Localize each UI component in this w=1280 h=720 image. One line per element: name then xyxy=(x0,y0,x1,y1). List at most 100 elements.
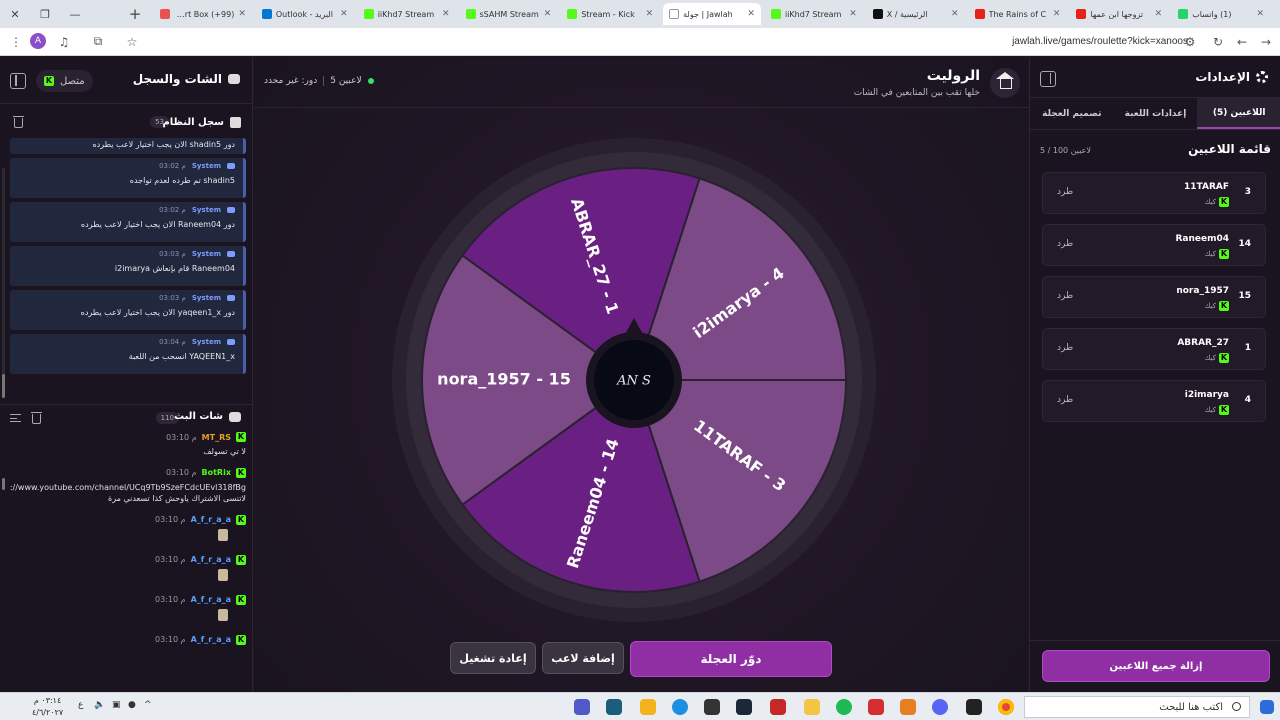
chat-message: 03:10 م A_f_r_a_a K xyxy=(10,554,246,585)
emoji-icon[interactable] xyxy=(640,699,656,715)
sketch-icon[interactable] xyxy=(900,699,916,715)
restart-button[interactable]: إعادة تشغيل xyxy=(450,642,536,674)
discord-icon[interactable] xyxy=(932,699,948,715)
system-log-scrollbar[interactable] xyxy=(2,168,5,398)
recorder-icon[interactable] xyxy=(868,699,884,715)
browser-tab-bar: ✕ ❐ — + (1) واتساب ✕ تزوجها ابن عمها ✕ The R… xyxy=(0,0,1280,28)
app-icon[interactable] xyxy=(606,699,622,715)
tab-close-icon[interactable]: ✕ xyxy=(544,9,552,19)
browser-tab[interactable]: The Rains of C ✕ xyxy=(969,3,1067,25)
kick-player-button[interactable]: طرد xyxy=(1057,395,1073,405)
browser-tab[interactable]: Stream - Kick ✕ xyxy=(561,3,659,25)
restore-window-icon[interactable]: ❐ xyxy=(30,0,60,28)
chat-panel-header: K متصل الشات والسجل xyxy=(0,58,252,104)
tab-close-icon[interactable]: ✕ xyxy=(238,9,246,19)
tab-close-icon[interactable]: ✕ xyxy=(1155,9,1163,19)
epic-games-icon[interactable] xyxy=(966,699,982,715)
reload-icon[interactable]: ↻ xyxy=(1206,30,1230,54)
tray-expand-icon[interactable]: ^ xyxy=(144,700,152,710)
back-icon[interactable]: ← xyxy=(1230,30,1254,54)
filter-lines-icon[interactable] xyxy=(10,414,21,422)
tab-game-settings[interactable]: إعدادات اللعبة xyxy=(1114,98,1198,129)
chat-username[interactable]: A_f_r_a_a xyxy=(191,515,231,524)
players-count-status: 5 لاعبين xyxy=(330,76,362,86)
video-editor-icon[interactable] xyxy=(770,699,786,715)
remove-all-players-button[interactable]: إزالة جميع اللاعبين xyxy=(1042,650,1270,682)
tab-close-icon[interactable]: ✕ xyxy=(849,9,857,19)
bookmark-star-icon[interactable]: ☆ xyxy=(120,30,144,54)
taskbar-clock[interactable]: ٠٣:١٤ م ٤/٦/٢٠٢٧ xyxy=(32,695,63,719)
chrome-icon[interactable] xyxy=(998,699,1014,715)
browser-tab-title: الرئيسية / X xyxy=(886,9,928,19)
extensions-icon[interactable]: ⧉ xyxy=(86,30,110,54)
collapse-panel-icon[interactable] xyxy=(10,73,26,89)
browser-tab[interactable]: Jawlah | جولة ✕ xyxy=(663,3,761,25)
tab-wheel-design[interactable]: تصميم العجلة xyxy=(1030,98,1114,129)
chat-username[interactable]: A_f_r_a_a xyxy=(191,555,231,564)
taskbar-search[interactable]: اكتب هنا للبحث xyxy=(1024,696,1250,718)
browser-tab[interactable]: تزوجها ابن عمها ✕ xyxy=(1070,3,1168,25)
url-text[interactable]: jawlah.live/games/roulette?kick=xanoos xyxy=(1012,36,1188,47)
roulette-wheel[interactable]: i2imarya - 4 11TARAF - 3 Raneem04 - 14 nora… xyxy=(384,130,884,630)
tab-close-icon[interactable]: ✕ xyxy=(442,9,450,19)
broadcast-chat-scroll-thumb[interactable] xyxy=(2,478,5,490)
roulette-wheel-svg[interactable]: i2imarya - 411TARAF - 3Raneem04 - 14nora… xyxy=(384,130,884,630)
tab-close-icon[interactable]: ✕ xyxy=(951,9,959,19)
chat-message: 03:10 م A_f_r_a_a K xyxy=(10,514,246,545)
site-settings-icon[interactable]: ⚙ xyxy=(1178,30,1202,54)
home-button[interactable] xyxy=(990,68,1020,98)
tab-players[interactable]: اللاعبين (5) xyxy=(1197,98,1280,129)
spotify-icon[interactable] xyxy=(836,699,852,715)
browser-tab[interactable]: (99+) Alert Box ✕ xyxy=(154,3,252,25)
kick-player-button[interactable]: طرد xyxy=(1057,239,1073,249)
clear-chat-icon[interactable] xyxy=(31,412,42,424)
browser-tab-title: Jawlah | جولة xyxy=(683,9,733,19)
tab-close-icon[interactable]: ✕ xyxy=(646,9,654,19)
file-explorer-icon[interactable] xyxy=(804,699,820,715)
new-tab-icon[interactable]: + xyxy=(120,0,150,28)
system-log-scroll-thumb[interactable] xyxy=(2,374,5,398)
edge-icon[interactable] xyxy=(672,699,688,715)
browser-tab[interactable]: iiKhd7 Stream ✕ xyxy=(765,3,863,25)
taskbar-search-placeholder: اكتب هنا للبحث xyxy=(1159,701,1223,713)
kick-player-button[interactable]: طرد xyxy=(1057,187,1073,197)
turn-status: دور: غير محدد xyxy=(264,76,318,86)
settings-app-icon[interactable] xyxy=(704,699,720,715)
media-control-icon[interactable]: ♫ xyxy=(52,30,76,54)
profile-avatar[interactable]: A xyxy=(30,33,46,49)
collapse-settings-icon[interactable] xyxy=(1040,71,1056,87)
chat-username[interactable]: MT_RS xyxy=(202,433,231,442)
player-name: ABRAR_27 xyxy=(1177,338,1229,348)
volume-icon[interactable]: 🔈 xyxy=(94,700,105,710)
browser-tab[interactable]: البريد - Outlook ✕ xyxy=(256,3,354,25)
teams-icon[interactable] xyxy=(574,699,590,715)
tab-close-icon[interactable]: ✕ xyxy=(1256,9,1264,19)
kick-player-button[interactable]: طرد xyxy=(1057,291,1073,301)
chat-username[interactable]: A_f_r_a_a xyxy=(191,595,231,604)
windows-start-icon[interactable] xyxy=(1260,700,1274,714)
language-indicator[interactable]: ع xyxy=(78,700,83,710)
chat-username[interactable]: A_f_r_a_a xyxy=(191,635,231,644)
tab-close-icon[interactable]: ✕ xyxy=(1053,9,1061,19)
chat-panel: K متصل الشات والسجل 53 سجل النظام دور sh… xyxy=(0,58,253,692)
microphone-icon[interactable]: ● xyxy=(128,700,136,710)
tab-close-icon[interactable]: ✕ xyxy=(747,9,755,19)
bot-icon xyxy=(227,163,235,169)
kick-player-button[interactable]: طرد xyxy=(1057,343,1073,353)
forward-icon[interactable]: → xyxy=(1254,30,1278,54)
clear-system-log-icon[interactable] xyxy=(13,116,24,128)
menu-dots-icon[interactable]: ⋮ xyxy=(4,30,28,54)
browser-tab[interactable]: (1) واتساب ✕ xyxy=(1172,3,1270,25)
steam-icon[interactable] xyxy=(736,699,752,715)
spin-wheel-button[interactable]: دوّر العجلة xyxy=(630,641,832,677)
chat-username[interactable]: BotRix xyxy=(202,468,231,477)
browser-tab[interactable]: iiKhd7 Stream ✕ xyxy=(358,3,456,25)
close-window-icon[interactable]: ✕ xyxy=(0,0,30,28)
add-player-button[interactable]: إضافة لاعب xyxy=(542,642,624,674)
browser-tab[interactable]: sSAHM Stream ✕ xyxy=(460,3,558,25)
browser-tab[interactable]: الرئيسية / X ✕ xyxy=(867,3,965,25)
minimize-window-icon[interactable]: — xyxy=(60,0,90,28)
network-icon[interactable]: ▣ xyxy=(112,700,121,710)
tab-close-icon[interactable]: ✕ xyxy=(340,9,348,19)
favicon-icon xyxy=(1178,9,1189,19)
